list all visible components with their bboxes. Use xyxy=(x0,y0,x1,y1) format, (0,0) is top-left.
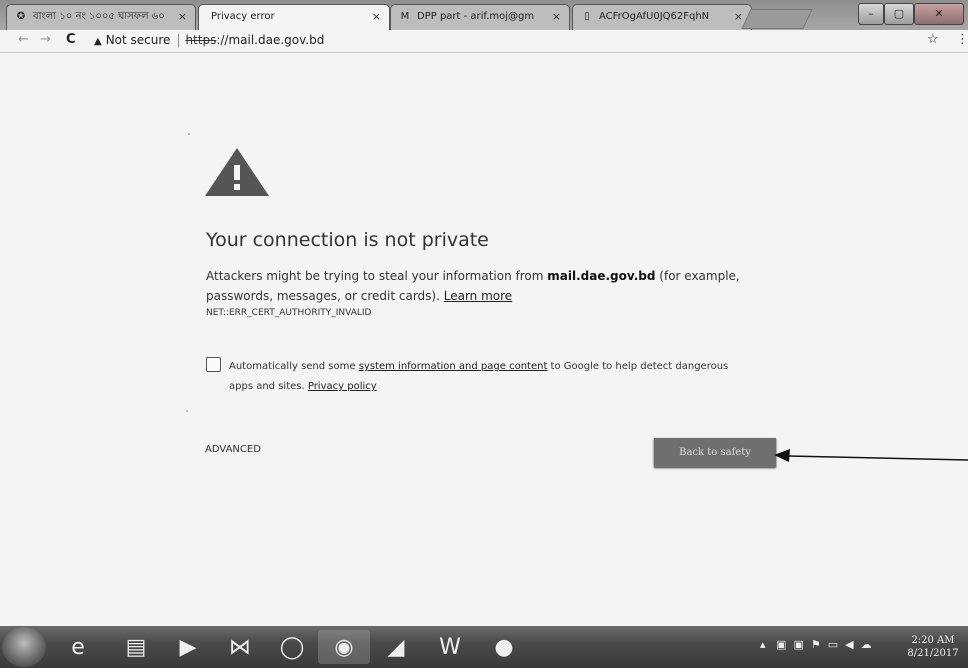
windows-taskbar: e ▤ ▶ ⋈ ◯ ◉ ◢ W ● ▴ ▣ ▣ ⚑ ▭ ◀ ☁ 2:20 AM … xyxy=(0,626,968,668)
back-to-safety-button[interactable]: Back to safety xyxy=(654,438,776,467)
clock-date: 8/21/2017 xyxy=(907,648,959,659)
scan-speck xyxy=(188,133,190,135)
word-icon[interactable]: W xyxy=(424,630,476,664)
browser-toolbar: ← → C ▲ Not secure https://mail.dae.gov.bd… xyxy=(0,30,968,53)
tab-close-icon[interactable]: × xyxy=(372,5,381,29)
bookmark-star-icon[interactable]: ☆ xyxy=(927,32,939,47)
tray-expand-icon[interactable]: ▴ xyxy=(760,638,766,651)
error-code: NET::ERR_CERT_AUTHORITY_INVALID xyxy=(206,308,372,318)
reporting-checkbox[interactable] xyxy=(206,357,221,372)
media-app-icon[interactable]: ● xyxy=(478,630,530,664)
tray-app-icon[interactable]: ▣ xyxy=(793,638,803,651)
forward-arrow-icon[interactable]: → xyxy=(40,32,51,47)
tab-title: বাংলা ১০ নং ১০০৫ ঘাসফল ৬০ xyxy=(33,11,165,22)
system-clock[interactable]: 2:20 AM 8/21/2017 xyxy=(902,634,964,660)
close-window-button[interactable]: ✕ xyxy=(914,3,964,25)
internet-explorer-icon[interactable]: e xyxy=(52,630,104,664)
gmail-icon: M xyxy=(400,11,410,22)
url-scheme: https xyxy=(185,33,217,47)
mail-icon[interactable]: ⋈ xyxy=(214,630,266,664)
tab-privacy-error[interactable]: Privacy error × xyxy=(198,4,390,30)
start-button[interactable] xyxy=(2,627,46,667)
tab-title: Privacy error xyxy=(211,11,275,22)
cloud-icon[interactable]: ☁ xyxy=(861,638,872,651)
explanation-paragraph: Attackers might be trying to steal your … xyxy=(206,266,786,306)
security-chip[interactable]: Not secure xyxy=(106,33,171,47)
gear-icon: ✪ xyxy=(16,11,26,22)
tab-close-icon[interactable]: × xyxy=(178,5,187,29)
tab-bangla[interactable]: ✪ বাংলা ১০ নং ১০০৫ ঘাসফল ৬০ × xyxy=(6,4,196,30)
opera-icon[interactable]: ◯ xyxy=(266,630,318,664)
separator xyxy=(178,34,180,47)
new-tab-button[interactable] xyxy=(741,9,813,29)
explanation-text: Attackers might be trying to steal your … xyxy=(206,269,548,283)
media-player-icon[interactable]: ▶ xyxy=(162,630,214,664)
privacy-policy-link[interactable]: Privacy policy xyxy=(308,381,377,392)
tab-close-icon[interactable]: × xyxy=(552,5,561,29)
tab-title: ACFrOgAfU0JQ62FqhN xyxy=(599,11,710,22)
optin-text: Automatically send some xyxy=(229,361,359,372)
domain-name: mail.dae.gov.bd xyxy=(547,269,656,283)
tab-title: DPP part - arif.moj@gm xyxy=(417,11,535,22)
advanced-link[interactable]: ADVANCED xyxy=(205,444,261,455)
scan-speck xyxy=(186,410,188,412)
warning-triangle-icon: ▲ xyxy=(94,36,102,47)
annotation-arrow xyxy=(774,449,968,462)
learn-more-link[interactable]: Learn more xyxy=(444,289,512,303)
volume-icon[interactable]: ◀ xyxy=(845,638,853,651)
page-title: Your connection is not private xyxy=(206,229,489,251)
tab-document[interactable]: ▯ ACFrOgAfU0JQ62FqhN × xyxy=(572,4,752,30)
optin-label: Automatically send some system informati… xyxy=(229,357,746,397)
tab-dpp-gmail[interactable]: M DPP part - arif.moj@gm × xyxy=(390,4,570,30)
extended-reporting-optin: Automatically send some system informati… xyxy=(206,357,746,397)
clock-time: 2:20 AM xyxy=(911,635,955,646)
tab-strip: ✪ বাংলা ১০ নং ১০০৫ ঘাসফল ৬০ × M DPP part… xyxy=(0,0,968,30)
url-text: ://mail.dae.gov.bd xyxy=(216,33,325,47)
document-icon: ▯ xyxy=(584,11,590,22)
file-explorer-icon[interactable]: ▤ xyxy=(110,630,162,664)
system-information-link[interactable]: system information and page content xyxy=(359,361,548,372)
network-icon[interactable]: ▭ xyxy=(828,638,838,651)
minimize-button[interactable]: – xyxy=(858,3,884,25)
reload-icon[interactable]: C xyxy=(66,32,76,47)
maximize-button[interactable]: ▢ xyxy=(884,3,914,25)
warning-triangle-icon xyxy=(205,148,269,196)
scanner-icon[interactable]: ◢ xyxy=(370,630,422,664)
tray-app-icon[interactable]: ▣ xyxy=(776,638,786,651)
action-center-flag-icon[interactable]: ⚑ xyxy=(811,638,821,651)
system-tray: ▴ ▣ ▣ ⚑ ▭ ◀ ☁ xyxy=(760,638,872,658)
address-bar[interactable]: ▲ Not secure https://mail.dae.gov.bd xyxy=(94,31,934,50)
back-arrow-icon[interactable]: ← xyxy=(18,32,29,47)
menu-icon[interactable]: ⋮ xyxy=(956,32,968,47)
chrome-icon[interactable]: ◉ xyxy=(318,630,370,664)
